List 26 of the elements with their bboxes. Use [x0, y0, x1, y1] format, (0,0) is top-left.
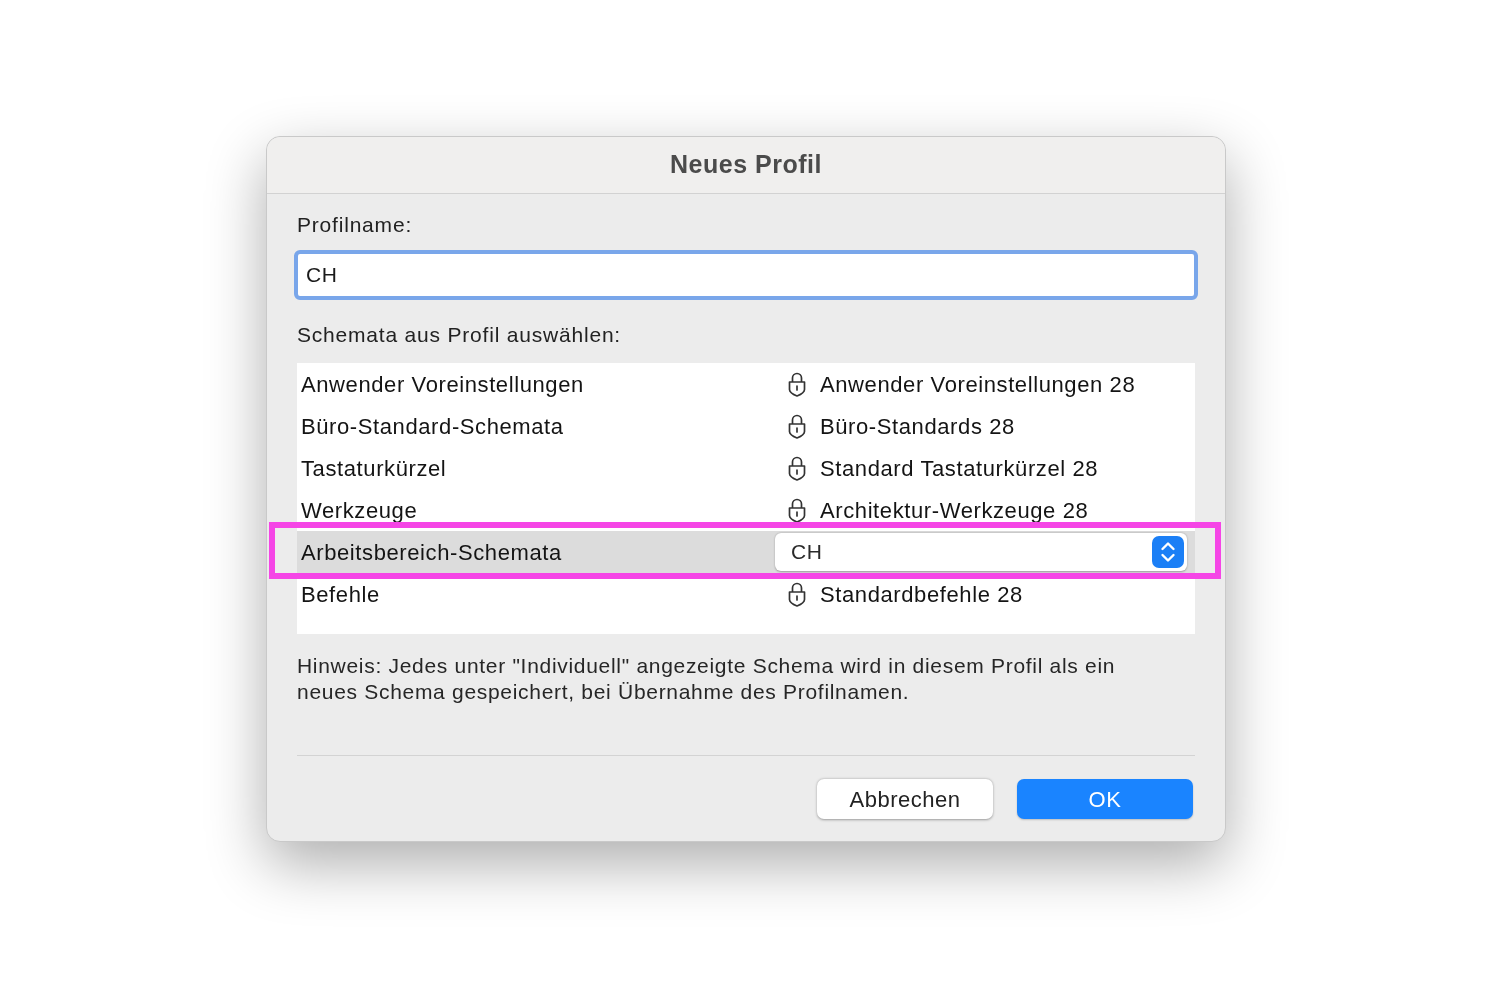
lock-icon [787, 413, 807, 439]
lock-icon [787, 497, 807, 523]
scheme-source: Standardbefehle 28 [820, 580, 1023, 609]
note-text: Hinweis: Jedes unter "Individuell" angezeigte Schema wird in diesem Profil als ein neues Schema gespeichert, bei Übernahme des Profilnamen. [297, 653, 1117, 705]
scheme-name: Arbeitsbereich-Schemata [301, 538, 562, 567]
lock-icon [787, 371, 807, 397]
window-title: Neues Profil [670, 149, 822, 181]
cancel-button[interactable]: Abbrechen [817, 779, 993, 819]
scheme-source: Standard Tastaturkürzel 28 [820, 454, 1099, 483]
stepper-icon [1152, 536, 1184, 568]
profile-name-field[interactable]: CH [294, 250, 1198, 300]
table-row[interactable]: Arbeitsbereich-Schemata CH [297, 531, 1195, 573]
scheme-name: Werkzeuge [301, 496, 418, 525]
section-label: Schemata aus Profil auswählen: [297, 323, 621, 347]
ok-button[interactable]: OK [1017, 779, 1193, 819]
scheme-name: Büro-Standard-Schemata [301, 412, 564, 441]
scheme-name: Anwender Voreinstellungen [301, 370, 584, 399]
lock-icon [787, 455, 807, 481]
scheme-source: Büro-Standards 28 [820, 412, 1015, 441]
lock-icon [787, 581, 807, 607]
scheme-name: Tastaturkürzel [301, 454, 447, 483]
scheme-source: Anwender Voreinstellungen 28 [820, 370, 1136, 399]
scheme-name: Befehle [301, 580, 380, 609]
scheme-source: Architektur-Werkzeuge 28 [820, 496, 1089, 525]
field-label: Profilname: [297, 213, 412, 237]
popup-button[interactable]: CH [775, 533, 1187, 571]
